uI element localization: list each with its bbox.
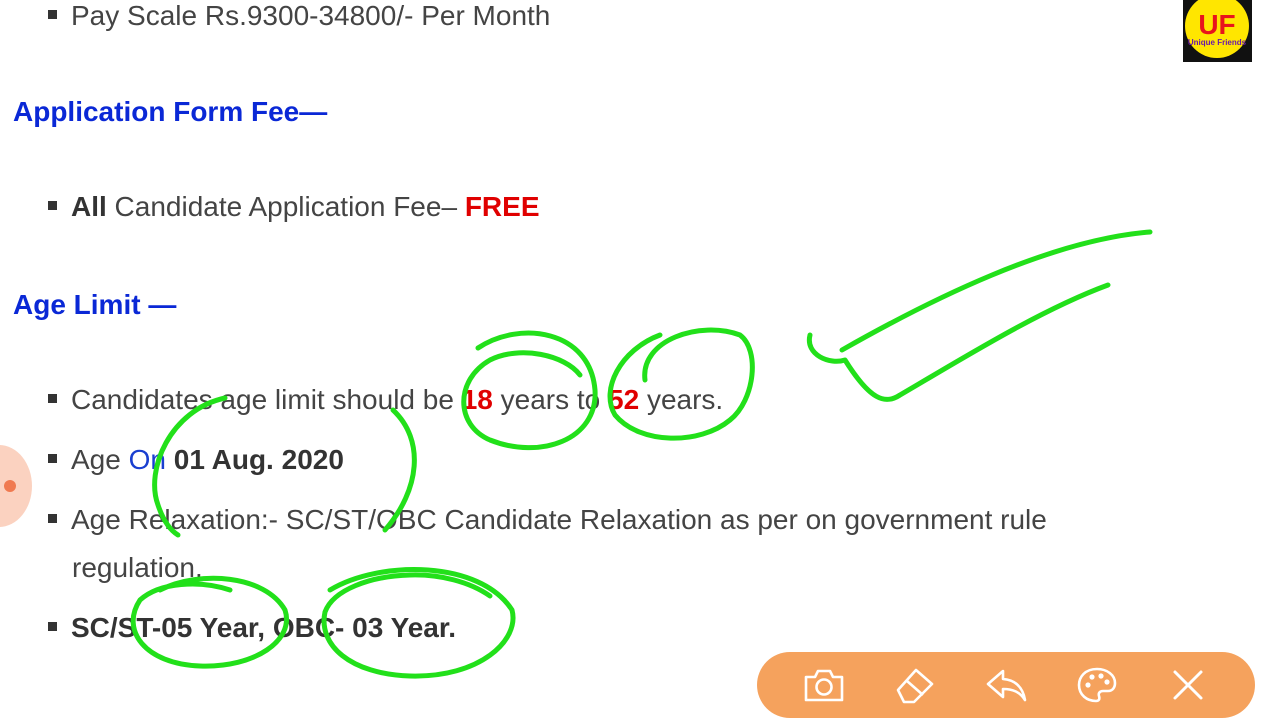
logo-badge: UF Unique Friends (1185, 0, 1249, 58)
logo-initials: UF (1198, 8, 1236, 40)
fee-all-text: All (71, 191, 107, 222)
floating-handle-dot[interactable] (4, 480, 16, 492)
age-limit-prefix: Candidates age limit should be (71, 384, 462, 415)
bullet-icon (48, 622, 57, 632)
eraser-button[interactable] (887, 657, 943, 713)
age-on-item: Age On 01 Aug. 2020 (48, 444, 344, 476)
relaxation-years-item: SC/ST-05 Year, OBC- 03 Year. (48, 612, 456, 644)
screenshot-button[interactable] (796, 657, 852, 713)
age-limit-mid: years to (492, 384, 609, 415)
age-limit-item: Candidates age limit should be 18 years … (48, 384, 723, 416)
fee-item: All Candidate Application Fee– FREE (48, 191, 540, 223)
age-max: 52 (608, 384, 640, 415)
eraser-icon (896, 668, 934, 704)
relaxation-line2-row: regulation. (72, 552, 203, 584)
age-limit-suffix: years. (639, 384, 724, 415)
fee-heading: Application Form Fee— (13, 96, 328, 127)
palette-icon (1077, 667, 1117, 703)
bullet-icon (48, 514, 57, 524)
bullet-icon (48, 10, 57, 20)
color-picker-button[interactable] (1069, 657, 1125, 713)
logo-subtitle: Unique Friends (1187, 37, 1247, 47)
age-on-prefix: Age (71, 444, 129, 475)
age-on-link[interactable]: On (129, 444, 166, 475)
undo-button[interactable] (978, 657, 1034, 713)
fee-text: Candidate Application Fee– (106, 191, 465, 222)
bullet-icon (48, 454, 57, 464)
camera-icon (805, 669, 844, 702)
screen: Pay Scale Rs.9300-34800/- Per Month Appl… (0, 0, 1280, 720)
relaxation-line1: Age Relaxation:- SC/ST/OBC Candidate Rel… (71, 504, 1047, 535)
age-min: 18 (461, 384, 493, 415)
age-on-date: 01 Aug. 2020 (165, 444, 344, 475)
ink-check-upper (839, 229, 1153, 353)
fee-free-text: FREE (464, 191, 540, 222)
channel-logo: UF Unique Friends (1183, 0, 1252, 62)
age-heading: Age Limit — (13, 289, 177, 320)
pay-scale-item: Pay Scale Rs.9300-34800/- Per Month (48, 0, 550, 32)
annotation-toolbar (757, 652, 1255, 718)
ink-check-lower (806, 282, 1111, 402)
relaxation-years-text: SC/ST-05 Year, OBC- 03 Year. (71, 612, 456, 643)
close-button[interactable] (1160, 657, 1216, 713)
bullet-icon (48, 201, 57, 211)
bullet-icon (48, 394, 57, 404)
relaxation-line2: regulation. (72, 552, 203, 583)
undo-icon (986, 669, 1027, 702)
pay-scale-text: Pay Scale Rs.9300-34800/- Per Month (71, 0, 551, 31)
relaxation-item: Age Relaxation:- SC/ST/OBC Candidate Rel… (48, 504, 1047, 536)
close-icon (1173, 670, 1203, 700)
